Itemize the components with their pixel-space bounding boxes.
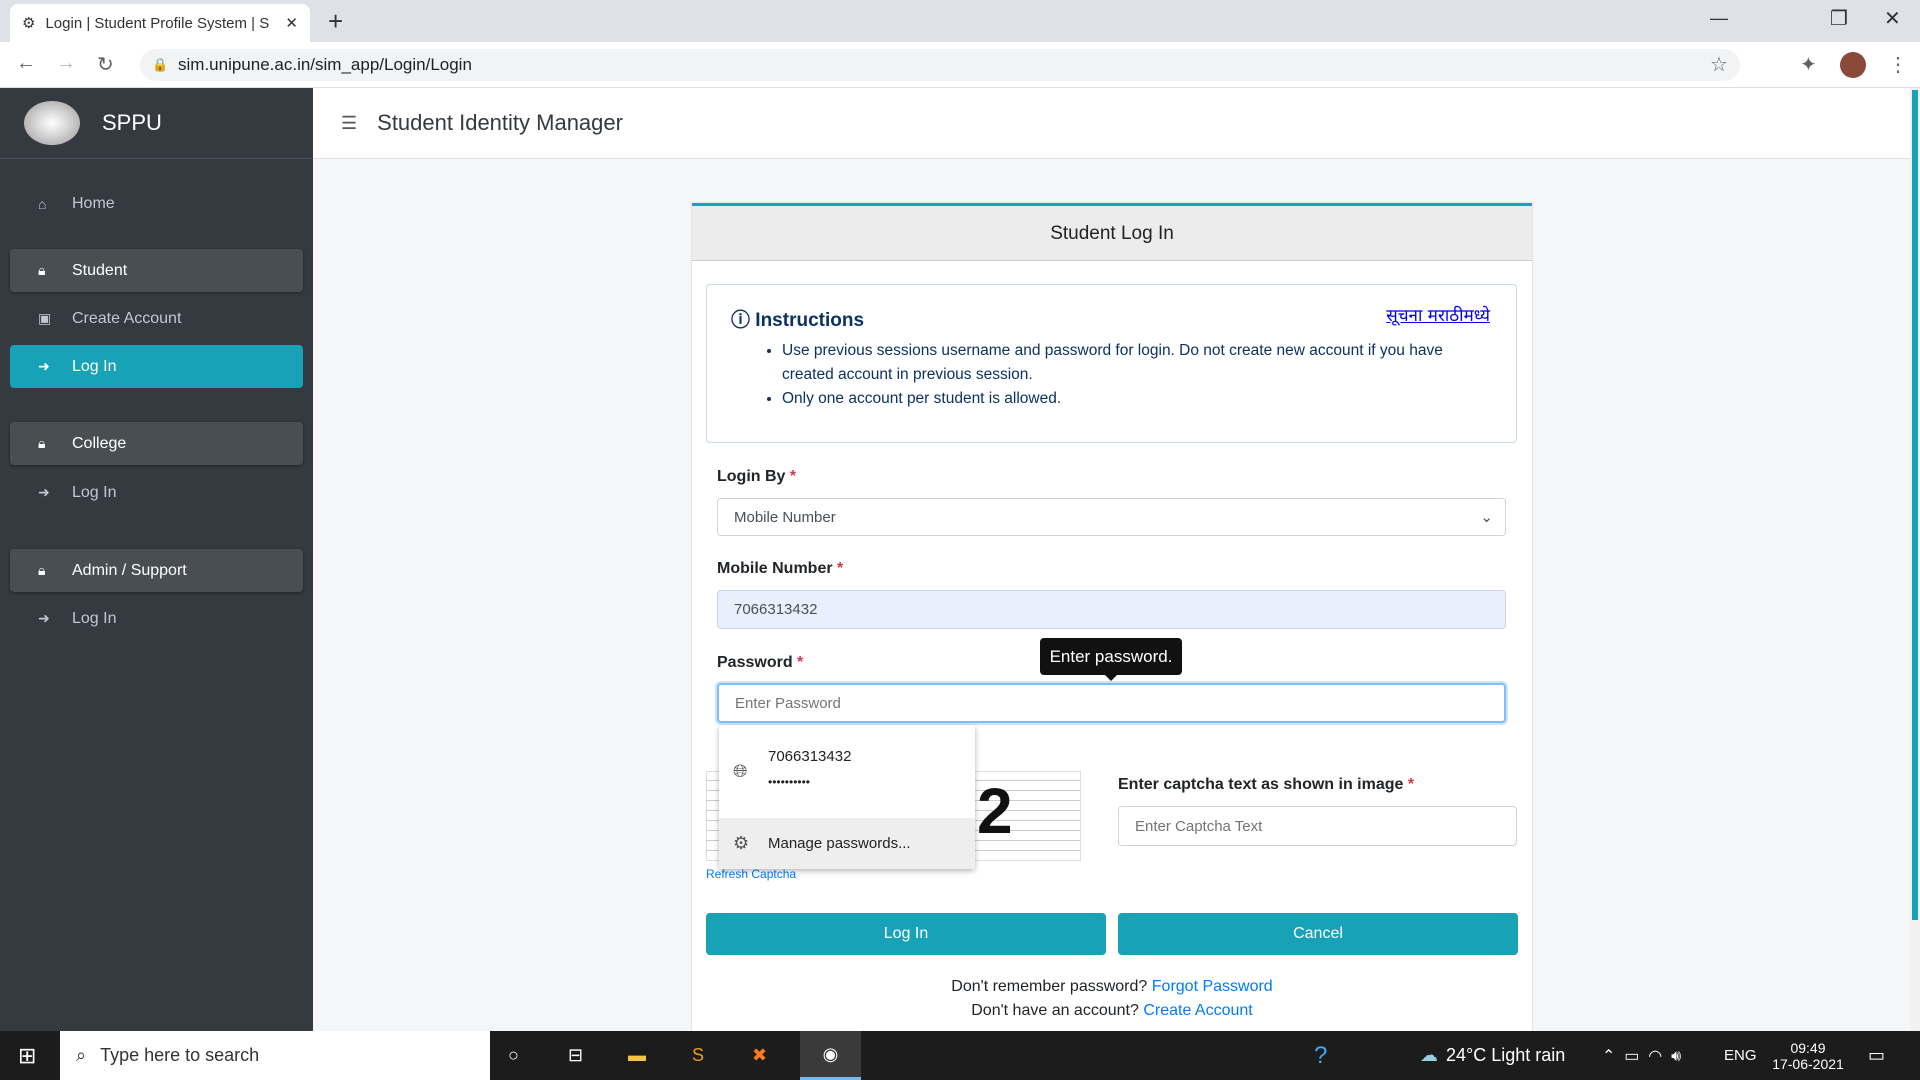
xampp-icon[interactable]: ✖ <box>752 1031 767 1080</box>
marathi-instructions-link[interactable]: सूचना मराठीमध्ये <box>1386 303 1490 326</box>
scrollbar[interactable] <box>1910 88 1920 1031</box>
browser-tab[interactable]: ⚙ Login | Student Profile System | S ✕ <box>10 4 310 42</box>
page-title: Student Identity Manager <box>377 110 623 135</box>
extensions-icon[interactable]: ✦ <box>1800 52 1817 77</box>
id-card-icon: ▣ <box>38 310 52 326</box>
sign-in-icon: ➜ <box>38 610 50 626</box>
sidebar-item-student-login[interactable]: ➜ Log In <box>10 345 303 388</box>
file-explorer-icon[interactable]: ▬ <box>628 1031 646 1080</box>
restore-icon[interactable]: ❐ <box>1830 6 1848 31</box>
sidebar-item-college-login[interactable]: ➜ Log In <box>10 471 303 514</box>
password-tooltip: Enter password. <box>1040 638 1182 681</box>
home-icon: ⌂ <box>38 195 47 212</box>
sidebar-item-home[interactable]: ⌂ Home <box>10 182 303 225</box>
sidebar-item-create-account[interactable]: ▣ Create Account <box>10 297 303 340</box>
sign-in-icon: ➜ <box>38 484 50 500</box>
cancel-button[interactable]: Cancel <box>1118 913 1518 955</box>
globe-icon: 🌐︎ <box>733 761 748 781</box>
captcha-input[interactable] <box>1118 806 1517 846</box>
clock[interactable]: 09:49 17-06-2021 <box>1768 1031 1848 1080</box>
sidebar-group-student[interactable]: 🔒︎ Student <box>10 249 303 292</box>
language-indicator[interactable]: ENG <box>1724 1031 1757 1080</box>
lock-icon: 🔒︎ <box>38 262 46 278</box>
manage-passwords-option[interactable]: ⚙ Manage passwords... <box>719 818 975 869</box>
instructions-title: ⓘ Instructions <box>731 310 865 331</box>
info-icon: ⓘ <box>731 310 751 331</box>
create-account-row: Don't have an account? Create Account <box>971 1002 1253 1019</box>
help-icon[interactable]: ? <box>1314 1031 1327 1080</box>
search-icon: ⌕ <box>76 1045 87 1065</box>
mobile-number-input[interactable]: 7066313432 <box>717 590 1506 629</box>
sign-in-icon: ➜ <box>38 358 50 374</box>
login-by-label: Login By * <box>717 468 797 485</box>
gear-icon: ⚙ <box>733 833 750 853</box>
login-by-select[interactable]: Mobile Number ⌄ <box>717 498 1506 536</box>
tray-icons[interactable]: ⌃ ▭ ◠ 🔊︎ <box>1602 1031 1681 1080</box>
chevron-down-icon: ⌄ <box>1480 509 1493 526</box>
captcha-label: Enter captcha text as shown in image * <box>1118 776 1415 793</box>
instruction-item: Use previous sessions username and passw… <box>782 339 1492 387</box>
chrome-icon[interactable]: ◉ <box>800 1031 861 1080</box>
create-account-link[interactable]: Create Account <box>1143 1002 1252 1019</box>
forgot-password-link[interactable]: Forgot Password <box>1152 978 1273 995</box>
page-header: ☰ Student Identity Manager <box>313 88 1910 159</box>
sidebar-item-admin-login[interactable]: ➜ Log In <box>10 597 303 640</box>
instruction-item: Only one account per student is allowed. <box>782 387 1492 411</box>
lock-icon: 🔒︎ <box>38 562 46 578</box>
notifications-icon[interactable]: ▭ <box>1868 1031 1885 1080</box>
hamburger-icon[interactable]: ☰ <box>341 113 357 134</box>
login-button[interactable]: Log In <box>706 913 1106 955</box>
browser-tab-bar: ⚙ Login | Student Profile System | S ✕ +… <box>0 0 1920 42</box>
sppu-logo <box>24 101 80 145</box>
star-icon[interactable]: ☆ <box>1710 52 1728 77</box>
password-autofill-dropdown: 🌐︎ 7066313432 •••••••••• ⚙ Manage passwor… <box>719 725 975 869</box>
reload-icon[interactable]: ↻ <box>97 52 114 77</box>
favicon-icon: ⚙ <box>22 15 36 32</box>
refresh-captcha-link[interactable]: Refresh Captcha <box>706 867 796 881</box>
lock-icon: 🔒︎ <box>38 435 46 451</box>
new-tab-icon[interactable]: + <box>328 6 343 37</box>
close-window-icon[interactable]: ✕ <box>1884 6 1901 31</box>
password-label: Password * <box>717 654 804 671</box>
cortana-icon[interactable]: ○ <box>508 1031 519 1080</box>
sidebar-group-college[interactable]: 🔒︎ College <box>10 422 303 465</box>
sidebar: SPPU ⌂ Home 🔒︎ Student ▣ Create Account ➜ Lo… <box>0 88 313 1031</box>
menu-icon[interactable]: ⋮ <box>1888 52 1908 77</box>
sidebar-group-admin[interactable]: 🔒︎ Admin / Support <box>10 549 303 592</box>
taskbar: ⊞ ⌕ Type here to search ○ ⊟ ▬ S ✖ ◉ ? ☁ 24… <box>0 1031 1920 1080</box>
forward-icon[interactable]: → <box>56 52 76 75</box>
profile-avatar[interactable] <box>1840 52 1866 78</box>
taskbar-search[interactable]: ⌕ Type here to search <box>60 1031 490 1080</box>
close-tab-icon[interactable]: ✕ <box>285 14 298 32</box>
back-icon[interactable]: ← <box>16 52 36 75</box>
instructions-box: ⓘ Instructions सूचना मराठीमध्ये Use prev… <box>706 284 1517 443</box>
url-bar[interactable]: 🔒 sim.unipune.ac.in/sim_app/Login/Login <box>140 49 1740 81</box>
windows-start-icon[interactable]: ⊞ <box>18 1031 36 1080</box>
minimize-icon[interactable]: — <box>1710 8 1728 29</box>
brand[interactable]: SPPU <box>0 88 313 159</box>
task-view-icon[interactable]: ⊟ <box>568 1031 583 1080</box>
weather-widget[interactable]: ☁ 24°C Light rain <box>1420 1031 1565 1080</box>
card-title: Student Log In <box>692 206 1532 261</box>
lock-icon: 🔒 <box>152 57 169 72</box>
forgot-password-row: Don't remember password? Forgot Password <box>951 978 1273 995</box>
sublime-icon[interactable]: S <box>692 1031 704 1080</box>
mobile-label: Mobile Number * <box>717 560 844 577</box>
saved-credential-option[interactable]: 🌐︎ 7066313432 •••••••••• <box>719 725 975 818</box>
password-input[interactable] <box>717 683 1506 723</box>
cloud-icon: ☁ <box>1420 1045 1438 1065</box>
